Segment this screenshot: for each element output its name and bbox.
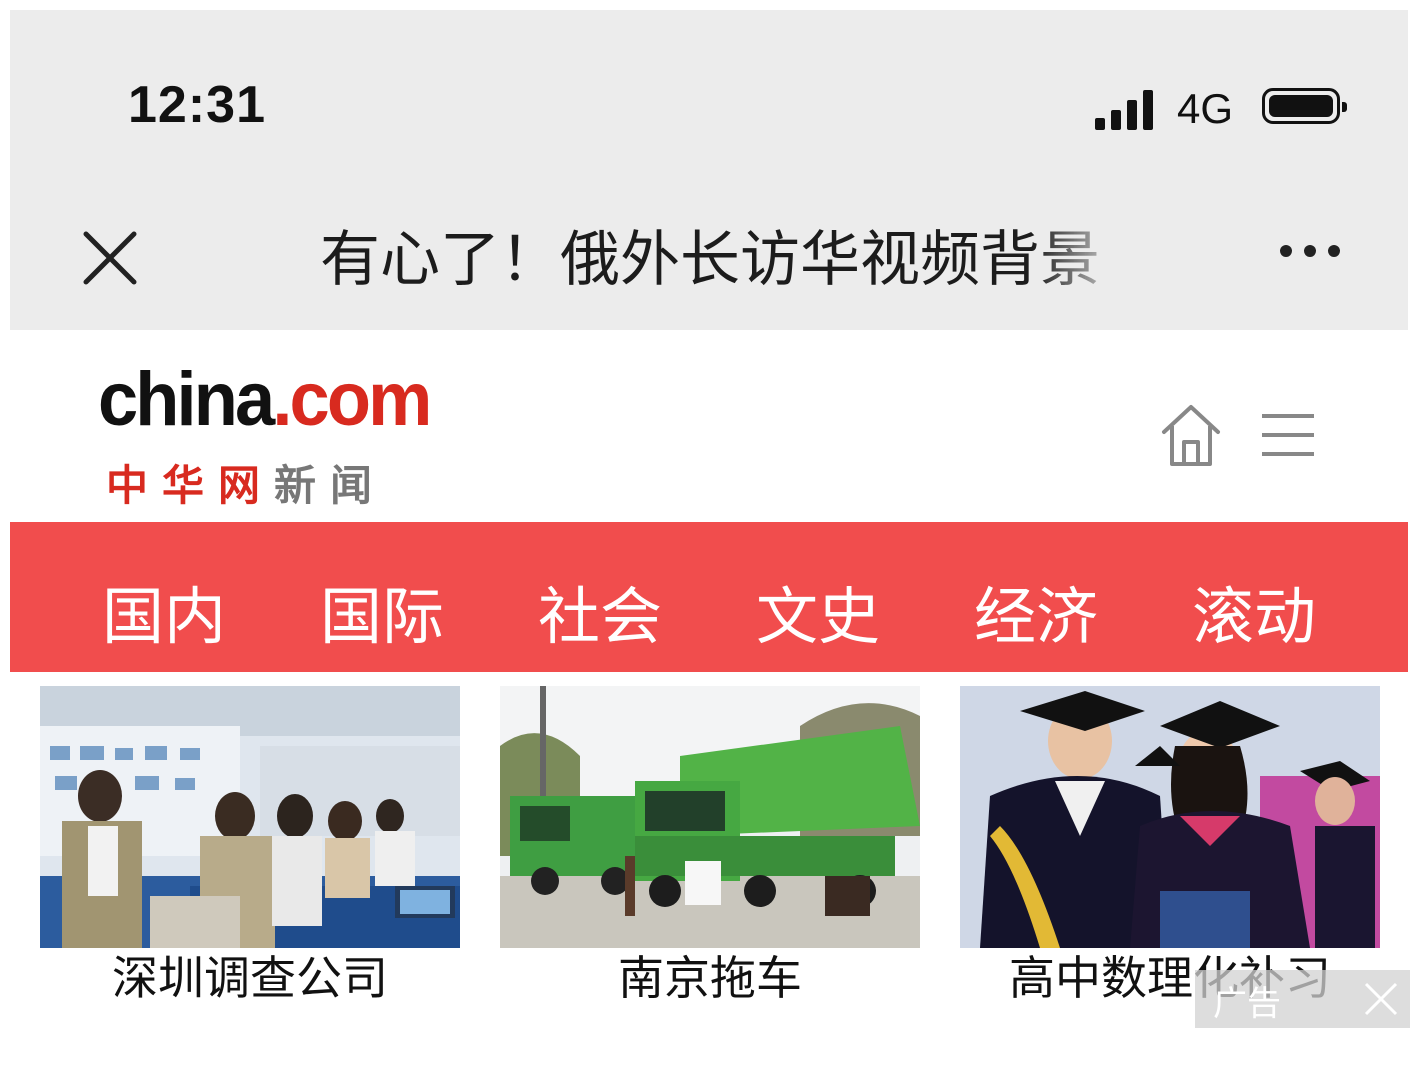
nav-item-rolling[interactable]: 滚动 (1192, 574, 1316, 660)
status-bar: 12:31 4G (10, 10, 1408, 190)
logo-sub-grey: 新闻 (274, 461, 387, 510)
ad-close-overlay[interactable]: 广告 (1195, 970, 1410, 1028)
ad-card[interactable]: 高中数理化补习 (960, 686, 1380, 1005)
ad-label: 广告 (1213, 984, 1281, 1024)
nav-item-domestic[interactable]: 国内 (102, 574, 226, 660)
ad-image-trucks[interactable] (500, 686, 920, 948)
ad-card[interactable]: 深圳调查公司 (40, 686, 460, 1005)
close-icon[interactable] (80, 228, 140, 288)
page-title: 有心了！俄外长访华视频背景 (320, 225, 1100, 295)
logo-subtitle: 中华网新闻 (106, 452, 386, 513)
nav-item-society[interactable]: 社会 (538, 574, 662, 660)
ad-caption[interactable]: 南京拖车 (500, 948, 920, 1008)
network-type: 4G (1177, 85, 1234, 132)
close-icon[interactable] (1362, 980, 1400, 1018)
nav-item-economy[interactable]: 经济 (974, 574, 1098, 660)
site-logo[interactable]: china.com (98, 356, 432, 443)
battery-icon (1262, 88, 1347, 124)
nav-item-international[interactable]: 国际 (320, 574, 444, 660)
category-nav: 国内 国际 社会 文史 经济 滚动 (10, 522, 1408, 672)
signal-icon (1095, 88, 1153, 130)
logo-text-dark: china (98, 357, 275, 442)
ad-card[interactable]: 南京拖车 (500, 686, 920, 1005)
ad-caption[interactable]: 深圳调查公司 (40, 948, 460, 1008)
ad-image-graduation[interactable] (960, 686, 1380, 948)
site-header: china.com 中华网新闻 (10, 340, 1408, 522)
home-icon[interactable] (1160, 402, 1222, 468)
ad-image-office[interactable] (40, 686, 460, 948)
status-time: 12:31 (128, 76, 266, 134)
menu-icon[interactable] (1260, 412, 1316, 458)
logo-sub-red: 中华网 (106, 461, 275, 510)
logo-text-red: .com (272, 357, 432, 442)
more-icon[interactable] (1280, 245, 1340, 257)
browser-title-bar: 有心了！俄外长访华视频背景 (10, 190, 1408, 330)
nav-item-history[interactable]: 文史 (756, 574, 880, 660)
